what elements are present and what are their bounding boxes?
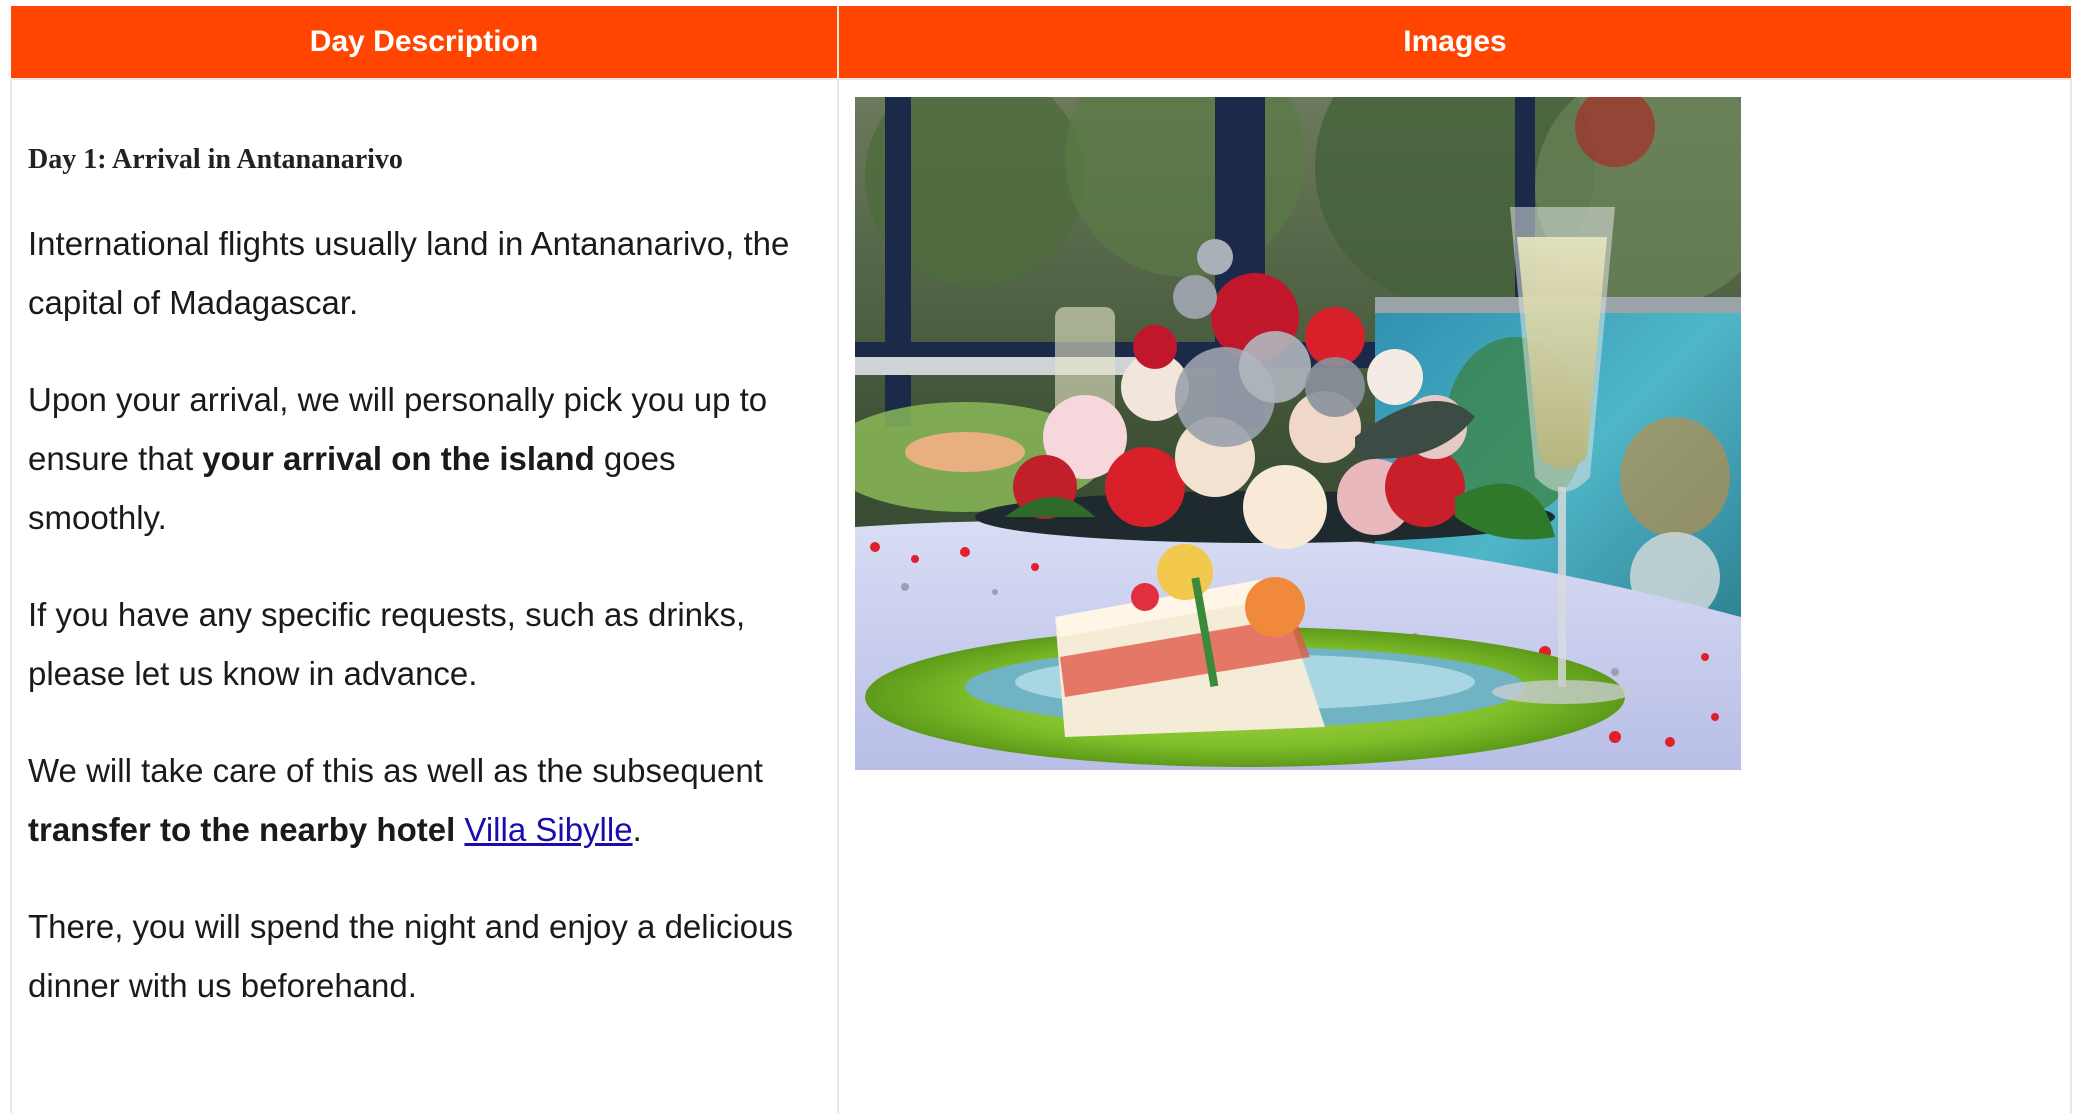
paragraph-dinner-text: There, you will spend the night and enjo… [28,908,793,1004]
villa-sibylle-link[interactable]: Villa Sibylle [464,811,632,848]
paragraph-requests: If you have any specific requests, such … [28,585,811,703]
day-title: Day 1: Arrival in Antananarivo [28,144,403,175]
day-description-cell: Day 1: Arrival in Antananarivo Internati… [10,79,839,1113]
paragraph-transfer: We will take care of this as well as the… [28,741,811,859]
images-cell [837,79,2072,1113]
itinerary-table: Day Description Images Day 1: Arrival in… [10,6,2072,1113]
transfer-text-after: . [632,811,642,848]
paragraph-flights: International flights usually land in An… [28,214,811,332]
paragraph-flights-text: International flights usually land in An… [28,225,790,321]
itinerary-container: Day Description Images Day 1: Arrival in… [10,6,2072,1113]
dinner-table-photo [855,97,1741,770]
table-row: Day 1: Arrival in Antananarivo Internati… [10,79,2072,1113]
pickup-bold-text: your arrival on the island [202,440,595,477]
table-header-row: Day Description Images [11,6,2071,80]
transfer-bold-text: transfer to the nearby hotel [28,811,456,848]
header-images: Images [838,6,2071,80]
paragraph-dinner: There, you will spend the night and enjo… [28,897,811,1015]
header-day-description: Day Description [11,6,839,80]
paragraph-requests-text: If you have any specific requests, such … [28,596,746,692]
paragraph-pickup: Upon your arrival, we will personally pi… [28,370,811,547]
transfer-text-before: We will take care of this as well as the… [28,752,763,789]
